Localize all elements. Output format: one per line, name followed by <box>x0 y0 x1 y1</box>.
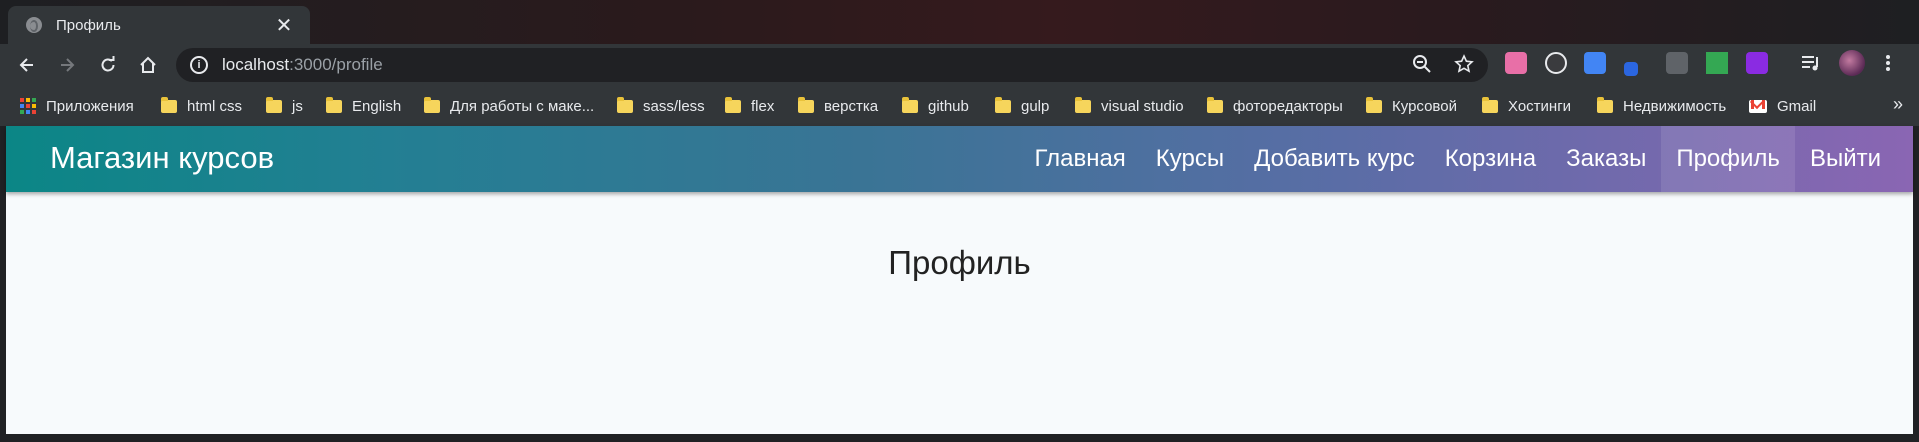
extension-pen-icon[interactable] <box>1624 62 1638 76</box>
bookmark-folder[interactable]: фоторедакторы <box>1207 86 1343 126</box>
nav-cart[interactable]: Корзина <box>1430 126 1551 192</box>
globe-icon <box>26 17 42 33</box>
extension-chat-icon[interactable] <box>1545 52 1567 74</box>
arrow-right-icon <box>61 58 75 72</box>
folder-icon <box>1366 96 1382 113</box>
reload-button[interactable] <box>93 50 123 80</box>
window-frame-bottom <box>0 434 1919 442</box>
folder-icon <box>798 96 814 113</box>
nav-logout[interactable]: Выйти <box>1795 126 1913 192</box>
nav-profile[interactable]: Профиль <box>1661 126 1795 192</box>
translate-icon[interactable] <box>1584 52 1606 74</box>
folder-icon <box>1597 96 1613 113</box>
apps-icon <box>20 98 36 114</box>
nav-orders[interactable]: Заказы <box>1551 126 1661 192</box>
forward-button[interactable] <box>52 50 82 80</box>
site-nav-links: Главная Курсы Добавить курс Корзина Зака… <box>1019 126 1913 192</box>
zoom-icon[interactable] <box>1412 54 1432 74</box>
folder-icon <box>424 96 440 113</box>
close-icon[interactable]: ✕ <box>272 13 296 38</box>
folder-icon <box>617 96 633 113</box>
page-viewport: Магазин курсов Главная Курсы Добавить ку… <box>6 126 1913 434</box>
url-host: localhost <box>222 55 290 74</box>
folder-icon <box>995 96 1011 113</box>
bookmark-label: верстка <box>824 97 879 115</box>
bookmark-folder[interactable]: flex <box>725 86 774 126</box>
bookmark-folder[interactable]: gulp <box>995 86 1049 126</box>
nav-add-course[interactable]: Добавить курс <box>1239 126 1430 192</box>
bookmark-label: js <box>292 97 303 115</box>
bookmark-folder[interactable]: English <box>326 86 401 126</box>
extension-m-icon[interactable] <box>1746 52 1768 74</box>
site-brand-link[interactable]: Магазин курсов <box>50 140 274 176</box>
folder-icon <box>266 96 282 113</box>
bookmark-folder[interactable]: верстка <box>798 86 878 126</box>
tab-profile[interactable]: Профиль ✕ <box>8 6 310 44</box>
url-path: :3000/profile <box>289 55 383 74</box>
bookmark-folder[interactable]: github <box>902 86 969 126</box>
extension-house-icon[interactable] <box>1706 52 1728 74</box>
extension-color-icon[interactable] <box>1505 52 1527 74</box>
bookmark-label: sass/less <box>643 97 705 115</box>
bookmark-folder[interactable]: js <box>266 86 303 126</box>
address-bar[interactable]: i localhost:3000/profile <box>176 48 1488 82</box>
bookmark-label: gulp <box>1021 97 1050 115</box>
tab-title: Профиль <box>56 16 121 34</box>
folder-icon <box>326 96 342 113</box>
bookmark-label: Gmail <box>1777 97 1817 115</box>
browser-window: Профиль ✕ i localhost:3000/profile Прило… <box>0 0 1919 442</box>
tab-strip: Профиль ✕ <box>0 0 1919 44</box>
page-title: Профиль <box>888 244 1031 281</box>
folder-icon <box>1207 96 1223 113</box>
bookmark-label: Курсовой <box>1392 97 1457 115</box>
bookmark-apps[interactable]: Приложения <box>20 86 134 126</box>
bookmark-folder[interactable]: visual studio <box>1075 86 1184 126</box>
site-navbar: Магазин курсов Главная Курсы Добавить ку… <box>6 126 1913 192</box>
bookmark-label: visual studio <box>1101 97 1184 115</box>
bookmark-folder[interactable]: sass/less <box>617 86 705 126</box>
bookmark-folder[interactable]: Хостинги <box>1482 86 1571 126</box>
bookmark-label: flex <box>751 97 775 115</box>
bookmark-folder[interactable]: Недвижимость <box>1597 86 1726 126</box>
bookmark-folder[interactable]: Для работы с маке... <box>424 86 594 126</box>
folder-icon <box>902 96 918 113</box>
arrow-left-icon <box>19 58 33 72</box>
more-vert-icon[interactable] <box>1884 53 1892 73</box>
gmail-icon <box>1749 99 1767 113</box>
star-icon[interactable] <box>1454 54 1474 74</box>
home-icon <box>140 56 156 73</box>
bookmark-label: Недвижимость <box>1623 97 1727 115</box>
bookmark-label: github <box>928 97 969 115</box>
bookmarks-overflow-button[interactable]: » <box>1893 94 1903 115</box>
reload-icon <box>101 56 115 72</box>
folder-icon <box>1075 96 1091 113</box>
avatar[interactable] <box>1839 50 1865 76</box>
home-button[interactable] <box>133 50 163 80</box>
folder-icon <box>1482 96 1498 113</box>
bookmarks-bar: Приложения html css js English Для работ… <box>0 86 1919 126</box>
bookmark-folder[interactable]: Курсовой <box>1366 86 1457 126</box>
bookmark-label: English <box>352 97 402 115</box>
folder-icon <box>725 96 741 113</box>
extension-grid-icon[interactable] <box>1666 52 1688 74</box>
nav-home[interactable]: Главная <box>1019 126 1140 192</box>
bookmark-gmail[interactable]: Gmail <box>1749 86 1816 126</box>
info-icon[interactable]: i <box>190 56 208 74</box>
back-button[interactable] <box>12 50 42 80</box>
address-url[interactable]: localhost:3000/profile <box>222 55 383 75</box>
media-queue-icon[interactable] <box>1800 53 1822 73</box>
bookmark-label: Для работы с маке... <box>450 97 595 115</box>
bookmark-label: html css <box>187 97 243 115</box>
bookmark-label: Приложения <box>46 97 134 115</box>
bookmark-folder[interactable]: html css <box>161 86 242 126</box>
folder-icon <box>161 96 177 113</box>
nav-courses[interactable]: Курсы <box>1141 126 1239 192</box>
bookmark-label: Хостинги <box>1508 97 1572 115</box>
bookmark-label: фоторедакторы <box>1233 97 1343 115</box>
